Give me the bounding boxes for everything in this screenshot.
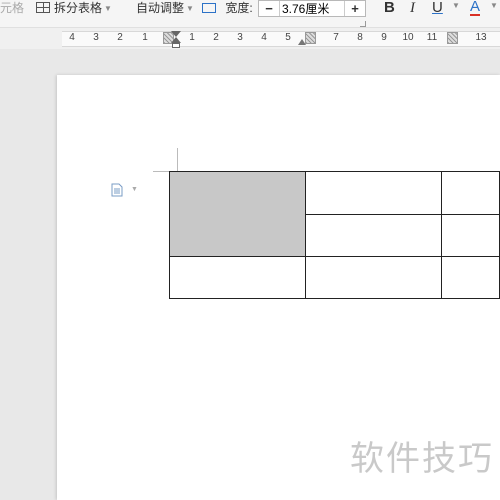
table-row bbox=[168, 256, 500, 299]
table-cell[interactable] bbox=[168, 256, 307, 299]
column-width-icon bbox=[202, 3, 216, 13]
split-table-button[interactable]: 拆分表格 ▼ bbox=[36, 0, 112, 16]
paragraph-layout-icon[interactable] bbox=[111, 183, 123, 197]
chevron-down-icon: ▼ bbox=[186, 4, 194, 13]
width-label: 宽度: bbox=[225, 1, 253, 15]
underline-button[interactable]: U bbox=[432, 0, 443, 16]
ruler-number: 2 bbox=[117, 32, 123, 43]
ruler-number: 1 bbox=[189, 32, 195, 43]
increase-width-button[interactable]: + bbox=[345, 1, 365, 16]
split-table-label: 拆分表格 bbox=[54, 1, 103, 15]
autofit-button[interactable]: 自动调整 ▼ bbox=[136, 0, 194, 16]
split-table-icon bbox=[36, 2, 50, 13]
font-color-button[interactable]: A bbox=[470, 0, 481, 16]
chevron-down-icon[interactable]: ▼ bbox=[490, 1, 498, 10]
horizontal-ruler[interactable]: 4 3 2 1 1 2 3 4 5 7 8 9 10 11 13 bbox=[0, 28, 500, 49]
bold-button[interactable]: B bbox=[384, 0, 395, 16]
ruler-number: 7 bbox=[333, 32, 339, 43]
merge-cells-button-partial[interactable]: 元格 bbox=[0, 0, 24, 16]
selected-merged-cell[interactable] bbox=[168, 171, 307, 257]
chevron-down-icon: ▼ bbox=[104, 4, 112, 13]
ruler-number: 3 bbox=[93, 32, 99, 43]
dialog-launcher-icon[interactable] bbox=[360, 21, 366, 27]
ruler-number: 2 bbox=[213, 32, 219, 43]
width-control: 宽度: bbox=[202, 0, 253, 16]
table-cell[interactable] bbox=[305, 171, 443, 215]
watermark: 软件技巧 bbox=[350, 439, 494, 479]
width-stepper: − + bbox=[258, 0, 366, 17]
crop-mark-vertical bbox=[177, 148, 178, 172]
chevron-down-icon[interactable]: ▼ bbox=[131, 186, 138, 193]
ruler-number: 13 bbox=[475, 32, 487, 43]
italic-button[interactable]: I bbox=[410, 0, 415, 16]
ruler-number: 1 bbox=[142, 32, 148, 43]
table-cell[interactable] bbox=[441, 171, 500, 215]
ruler-number: 11 bbox=[426, 32, 438, 43]
table-cell[interactable] bbox=[441, 213, 500, 257]
decrease-width-button[interactable]: − bbox=[259, 1, 279, 16]
ruler-number: 3 bbox=[237, 32, 243, 43]
ruler-number: 4 bbox=[69, 32, 75, 43]
table-tools-toolbar: 元格 拆分表格▼ 自动调整▼ 宽度: − + B I U ▼ A ▼ bbox=[0, 0, 500, 28]
table-cell[interactable] bbox=[305, 213, 443, 257]
column-marker[interactable] bbox=[305, 32, 316, 44]
table-row bbox=[168, 171, 500, 257]
document-table[interactable] bbox=[168, 171, 500, 299]
left-indent-marker[interactable] bbox=[172, 43, 180, 48]
column-marker[interactable] bbox=[447, 32, 458, 44]
autofit-label: 自动调整 bbox=[136, 1, 185, 15]
crop-mark-horizontal bbox=[153, 171, 169, 172]
ruler-number: 8 bbox=[357, 32, 363, 43]
width-input[interactable] bbox=[279, 1, 345, 16]
table-cell[interactable] bbox=[305, 256, 443, 299]
ruler-number: 5 bbox=[285, 32, 291, 43]
ruler-number: 4 bbox=[261, 32, 267, 43]
table-cell[interactable] bbox=[441, 256, 500, 299]
chevron-down-icon[interactable]: ▼ bbox=[452, 1, 460, 10]
ruler-number: 10 bbox=[402, 32, 414, 43]
ruler-number: 9 bbox=[381, 32, 387, 43]
